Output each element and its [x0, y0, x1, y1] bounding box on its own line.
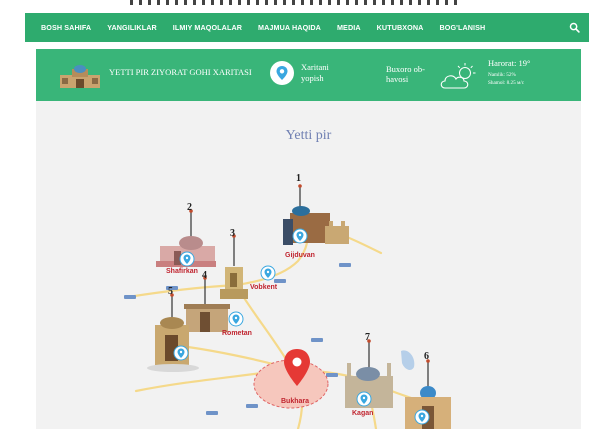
- site-number-4: 4: [202, 270, 207, 281]
- site-number-6: 6: [424, 351, 429, 362]
- city-label-rometan[interactable]: Rometan: [222, 330, 252, 337]
- pilgrimage-map: [124, 184, 451, 429]
- site-number-5: 5: [168, 286, 173, 297]
- city-label-shafirkan[interactable]: Shafirkan: [166, 268, 198, 275]
- search-icon[interactable]: [569, 22, 580, 33]
- map-banner-title: YETTI PIR ZIYORAT GOHI XARITASI: [109, 67, 252, 77]
- site-number-2: 2: [187, 202, 192, 213]
- top-strip: [0, 0, 595, 12]
- map-toggle-button[interactable]: [270, 61, 294, 85]
- city-label-kagan[interactable]: Kagan: [352, 410, 373, 417]
- nav-item-library[interactable]: KUTUBXONA: [377, 23, 424, 32]
- cropped-heading: [130, 0, 460, 5]
- map-toggle-label[interactable]: Xaritani yopish: [301, 62, 341, 84]
- nav-item-news[interactable]: YANGILIKLAR: [107, 23, 157, 32]
- wind-value: Shamol: 8.25 м/с: [488, 80, 524, 86]
- city-label-bukhara[interactable]: Bukhara: [281, 398, 309, 405]
- nav-item-articles[interactable]: ILMIY MAQOLALAR: [173, 23, 242, 32]
- site-3-minaret[interactable]: [220, 234, 248, 299]
- nav-item-contact[interactable]: BOG'LANISH: [439, 23, 485, 32]
- nav-item-home[interactable]: BOSH SAHIFA: [41, 23, 91, 32]
- weather-label: Buxoro ob-havosi: [386, 64, 425, 84]
- mausoleum-thumbnail-icon: [60, 65, 100, 88]
- site-number-3: 3: [230, 228, 235, 239]
- city-label-vobkent[interactable]: Vobkent: [250, 284, 277, 291]
- site-number-7: 7: [365, 332, 370, 343]
- map-area: Yetti pir 1 2 3 4 5 6 7 Shafirkan Gijduv…: [36, 101, 581, 429]
- partly-cloudy-icon: [440, 63, 476, 89]
- site-number-1: 1: [296, 173, 301, 184]
- lake-shape: [401, 350, 415, 370]
- humidity-value: Namlik: 52%: [488, 72, 516, 78]
- site-4-mausoleum[interactable]: [184, 276, 230, 332]
- info-bar: YETTI PIR ZIYORAT GOHI XARITASI Xaritani…: [36, 49, 581, 101]
- main-navbar: BOSH SAHIFA YANGILIKLAR ILMIY MAQOLALAR …: [25, 13, 589, 42]
- nav-item-about[interactable]: MAJMUA HAQIDA: [258, 23, 321, 32]
- nav-item-media[interactable]: MEDIA: [337, 23, 361, 32]
- city-label-gijduvan[interactable]: Gijduvan: [285, 252, 315, 259]
- location-pin-icon: [276, 66, 288, 80]
- temperature-value: Harorat: 19°: [488, 58, 531, 68]
